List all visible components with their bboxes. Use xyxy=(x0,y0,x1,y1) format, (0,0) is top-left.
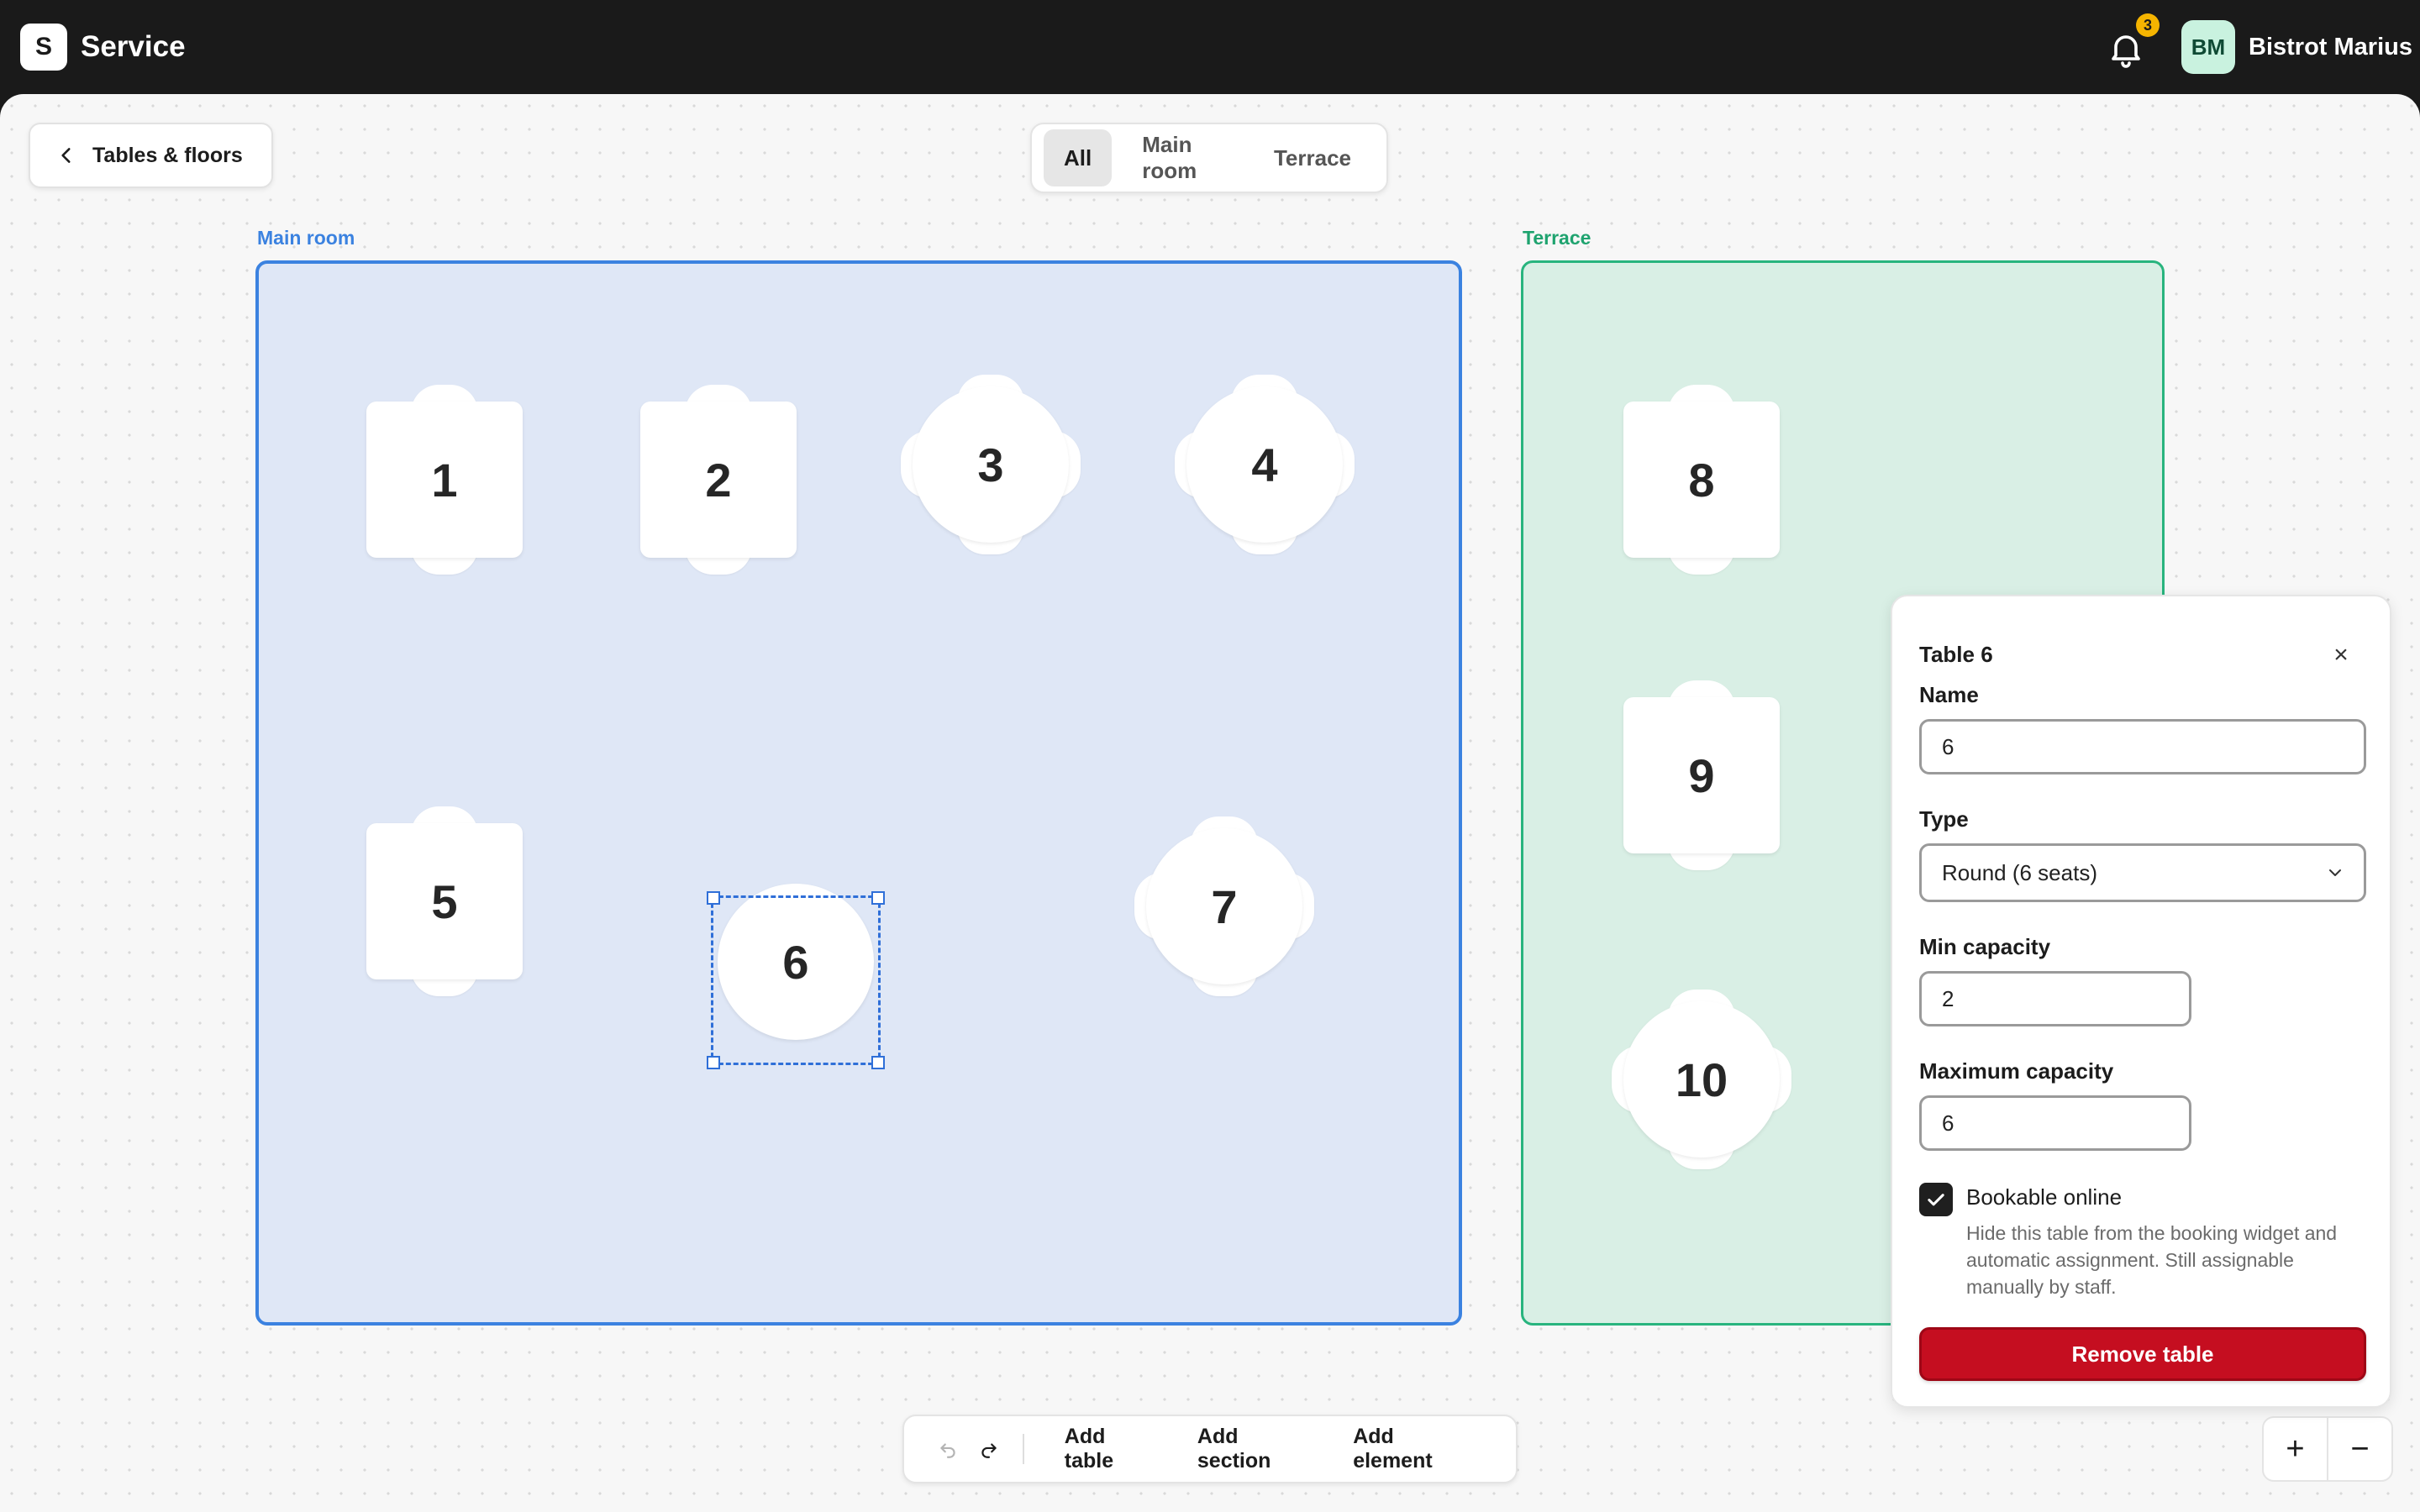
app-title: Service xyxy=(81,30,186,63)
panel-title: Table 6 xyxy=(1919,642,1993,667)
check-icon xyxy=(1928,1194,1944,1206)
toolbar-divider xyxy=(1022,1434,1024,1464)
table-4[interactable]: 4 xyxy=(1175,375,1355,554)
tab-main-room[interactable]: Main room xyxy=(1118,129,1244,186)
table-number: 1 xyxy=(366,402,523,558)
top-bar: S Service 3 BM Bistrot Marius xyxy=(0,0,2420,94)
chevron-left-icon xyxy=(61,148,71,163)
bookable-online-help: Hide this table from the booking widget … xyxy=(1966,1222,2338,1298)
redo-icon[interactable] xyxy=(968,1427,1008,1471)
editor-toolbar: Add table Add section Add element xyxy=(902,1415,1518,1483)
table-number: 4 xyxy=(1186,386,1343,543)
table-8[interactable]: 8 xyxy=(1623,385,1780,575)
remove-table-button[interactable]: Remove table xyxy=(1919,1327,2366,1381)
restaurant-name[interactable]: Bistrot Marius xyxy=(2249,31,2412,63)
resize-handle[interactable] xyxy=(871,1056,885,1069)
notification-badge: 3 xyxy=(2136,13,2160,37)
zoom-in-button[interactable]: + xyxy=(2264,1418,2327,1480)
table-7[interactable]: 7 xyxy=(1134,816,1314,996)
table-3[interactable]: 3 xyxy=(901,375,1081,554)
avatar[interactable]: BM xyxy=(2181,20,2235,74)
floor-plan-canvas[interactable]: Tables & floors All Main room Terrace Ma… xyxy=(0,94,2420,1512)
table-5[interactable]: 5 xyxy=(366,806,523,996)
zoom-controls: + − xyxy=(2262,1416,2393,1482)
table-9[interactable]: 9 xyxy=(1623,680,1780,870)
undo-icon[interactable] xyxy=(928,1427,968,1471)
bookable-online-label[interactable]: Bookable online xyxy=(1966,1184,2122,1210)
resize-handle[interactable] xyxy=(871,891,885,905)
tab-terrace[interactable]: Terrace xyxy=(1250,129,1375,186)
type-select[interactable]: Round (6 seats) xyxy=(1919,843,2366,902)
min-capacity-input[interactable] xyxy=(1919,971,2191,1026)
type-label: Type xyxy=(1919,806,1969,832)
back-button[interactable]: Tables & floors xyxy=(29,123,273,188)
resize-handle[interactable] xyxy=(707,891,720,905)
table-10[interactable]: 10 xyxy=(1612,990,1791,1169)
name-label: Name xyxy=(1919,682,1979,707)
table-2[interactable]: 2 xyxy=(640,385,797,575)
add-section-button[interactable]: Add section xyxy=(1176,1425,1331,1473)
chevron-down-icon xyxy=(2329,869,2341,876)
add-element-button[interactable]: Add element xyxy=(1331,1425,1492,1473)
zoom-out-button[interactable]: − xyxy=(2328,1418,2391,1480)
table-number: 7 xyxy=(1146,828,1302,984)
tab-all[interactable]: All xyxy=(1044,129,1113,186)
name-input[interactable] xyxy=(1919,719,2366,774)
resize-handle[interactable] xyxy=(707,1056,720,1069)
table-1[interactable]: 1 xyxy=(366,385,523,575)
min-capacity-label: Min capacity xyxy=(1919,934,2051,959)
back-button-label: Tables & floors xyxy=(92,143,243,167)
section-label-terrace: Terrace xyxy=(1523,227,1591,249)
floor-filter-tabs: All Main room Terrace xyxy=(1030,123,1388,193)
table-number: 9 xyxy=(1623,697,1780,853)
type-select-value: Round (6 seats) xyxy=(1942,859,2097,885)
table-details-panel: Table 6 × Name Type Round (6 seats) Min … xyxy=(1891,595,2391,1408)
table-number: 3 xyxy=(913,386,1069,543)
table-number: 8 xyxy=(1623,402,1780,558)
app-logo[interactable]: S xyxy=(20,24,67,71)
selection-frame[interactable] xyxy=(707,891,885,1069)
bookable-online-checkbox[interactable] xyxy=(1919,1183,1953,1216)
table-number: 5 xyxy=(366,823,523,979)
table-number: 10 xyxy=(1623,1001,1780,1158)
section-label-main-room: Main room xyxy=(257,227,355,249)
max-capacity-input[interactable] xyxy=(1919,1095,2191,1151)
add-table-button[interactable]: Add table xyxy=(1043,1425,1176,1473)
max-capacity-label: Maximum capacity xyxy=(1919,1058,2114,1084)
table-number: 2 xyxy=(640,402,797,558)
close-icon[interactable]: × xyxy=(2321,635,2361,675)
